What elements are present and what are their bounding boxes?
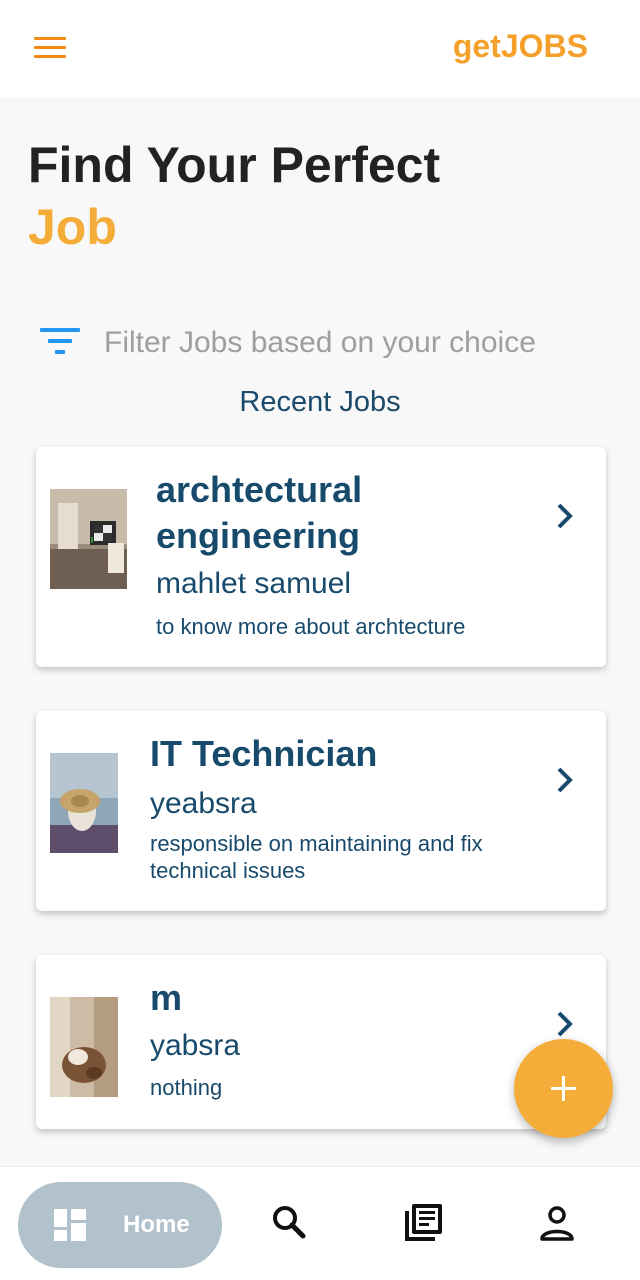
nav-home-label: Home xyxy=(123,1211,190,1238)
job-title: m xyxy=(150,977,183,1018)
app-brand: getJOBS xyxy=(452,28,588,64)
chevron-right-icon[interactable] xyxy=(554,1009,576,1039)
job-description: to know more about archtecture xyxy=(156,614,466,639)
filter-jobs-input[interactable]: Filter Jobs based on your choice xyxy=(40,318,600,370)
chevron-right-icon[interactable] xyxy=(554,765,576,795)
job-thumbnail xyxy=(50,753,118,853)
job-card[interactable]: archtectural engineering mahlet samuel t… xyxy=(36,447,606,667)
bottom-navigation: Home xyxy=(0,1166,640,1280)
person-icon[interactable] xyxy=(537,1203,577,1243)
app-bar: getJOBS xyxy=(0,0,640,97)
job-company: mahlet samuel xyxy=(156,567,352,600)
job-title: archtectural engineering xyxy=(156,469,363,556)
home-icon xyxy=(54,1209,86,1241)
job-description: nothing xyxy=(150,1075,223,1100)
search-icon[interactable] xyxy=(270,1203,310,1243)
job-company: yeabsra xyxy=(150,787,257,820)
add-job-button[interactable] xyxy=(514,1039,613,1138)
chevron-right-icon[interactable] xyxy=(554,501,576,531)
filter-placeholder: Filter Jobs based on your choice xyxy=(104,326,536,359)
hero-title: Find Your Perfect xyxy=(28,137,441,193)
job-title: IT Technician xyxy=(150,733,378,774)
job-company: yabsra xyxy=(150,1029,241,1062)
job-thumbnail xyxy=(50,489,127,589)
job-description: responsible on maintaining and fix techn… xyxy=(150,831,483,883)
nav-home-tab[interactable]: Home xyxy=(18,1182,222,1268)
hero-accent-word: Job xyxy=(28,199,117,255)
library-icon[interactable] xyxy=(403,1203,443,1243)
menu-icon[interactable] xyxy=(34,37,66,59)
recent-jobs-heading: Recent Jobs xyxy=(239,386,401,418)
job-card[interactable]: IT Technician yeabsra responsible on mai… xyxy=(36,711,606,911)
job-thumbnail xyxy=(50,997,118,1097)
filter-icon[interactable] xyxy=(40,328,80,358)
